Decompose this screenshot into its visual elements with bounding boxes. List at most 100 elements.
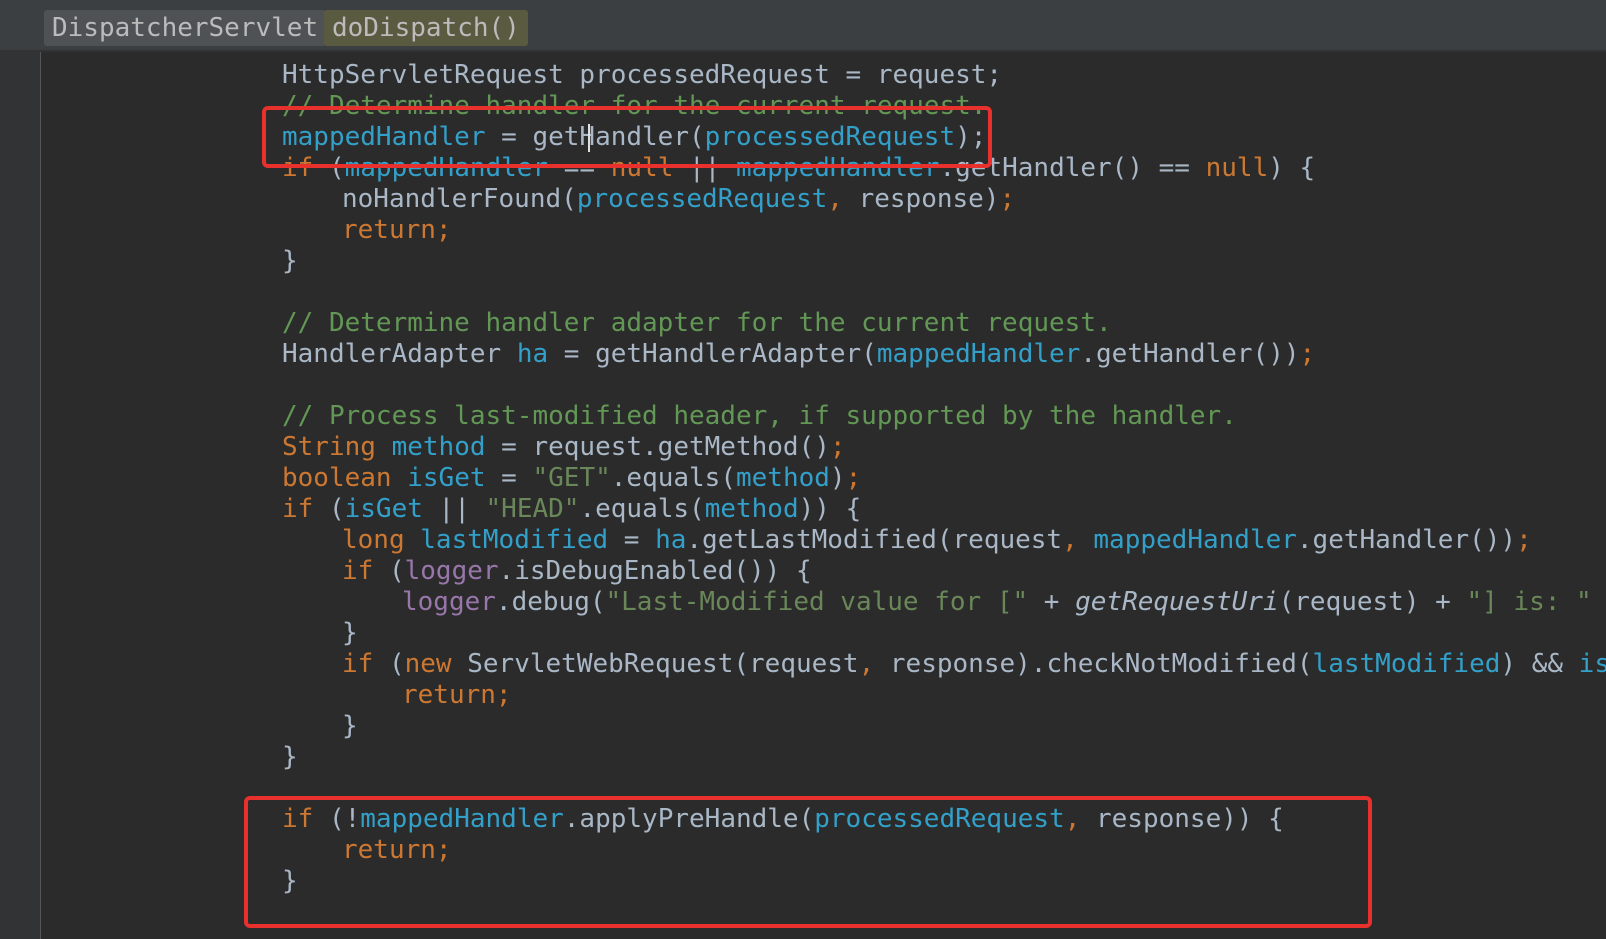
code-token: = [608, 525, 656, 555]
code-token: lastModified [1312, 649, 1501, 679]
code-line: if (isGet || "HEAD".equals(method)) { [282, 493, 861, 525]
code-line: String method = request.getMethod(); [282, 431, 846, 463]
code-token: } [342, 618, 358, 648]
code-token: || [422, 494, 486, 524]
code-token: ; [1299, 339, 1316, 369]
code-token: HandlerAdapter [282, 339, 517, 369]
code-line: // Process last-modified header, if supp… [282, 400, 1237, 432]
code-token: if [342, 556, 374, 586]
breadcrumb: DispatcherServlet doDispatch() [0, 0, 1606, 52]
breadcrumb-method[interactable]: doDispatch() [324, 10, 528, 46]
code-token: return; [342, 215, 452, 245]
code-token: if [342, 649, 374, 679]
code-token: ) && [1500, 649, 1579, 679]
code-token: method [736, 463, 830, 493]
code-line: } [342, 617, 358, 649]
code-editor[interactable]: HttpServletRequest processedRequest = re… [0, 0, 1606, 939]
code-line: // Determine handler for the current req… [282, 90, 986, 122]
code-token: mappedHandler [876, 339, 1081, 369]
code-token: , [1062, 525, 1094, 555]
code-token: if [282, 494, 314, 524]
code-token: response)) { [1096, 804, 1284, 834]
breadcrumb-class[interactable]: DispatcherServlet [44, 10, 327, 46]
code-token: isGet [407, 463, 486, 493]
code-token: isGet [1578, 649, 1606, 679]
code-token: "] is: " [1466, 587, 1592, 617]
code-line: if (new ServletWebRequest(request, respo… [342, 648, 1606, 680]
code-token: = getHandler( [485, 122, 705, 152]
code-token: logger [402, 587, 496, 617]
code-token: = [485, 463, 533, 493]
code-token: ; [829, 432, 846, 462]
code-token: .equals( [610, 463, 736, 493]
code-token: = getHandlerAdapter( [548, 339, 877, 369]
code-area[interactable]: HttpServletRequest processedRequest = re… [0, 0, 1606, 939]
code-token: } [282, 246, 298, 276]
code-token: if [282, 153, 314, 183]
code-token: mappedHandler [360, 804, 564, 834]
code-line: if (!mappedHandler.applyPreHandle(proces… [282, 803, 1284, 835]
code-line: } [282, 741, 298, 773]
code-token: ha [655, 525, 687, 555]
code-token: , [858, 649, 890, 679]
code-token: method [391, 432, 486, 462]
code-token: response) [858, 184, 1000, 214]
code-token: .getLastModified(request [686, 525, 1063, 555]
code-token: mappedHandler [1093, 525, 1297, 555]
code-line: long lastModified = ha.getLastModified(r… [342, 524, 1532, 556]
code-token: // Determine handler adapter for the cur… [282, 308, 1112, 338]
code-line: } [282, 865, 298, 897]
code-line: if (logger.isDebugEnabled()) { [342, 555, 812, 587]
code-line: if (mappedHandler == null || mappedHandl… [282, 152, 1315, 184]
code-token: ; [999, 184, 1016, 214]
code-token: ) [829, 463, 846, 493]
code-token: logger [404, 556, 499, 586]
code-line-partial: HttpServletRequest processedRequest = re… [282, 60, 1003, 90]
code-token: } [282, 742, 298, 772]
code-token: .applyPreHandle( [563, 804, 815, 834]
code-token: || [673, 153, 736, 183]
code-token: (request) + [1278, 587, 1467, 617]
code-line: } [282, 245, 298, 277]
code-token: ( [373, 649, 405, 679]
code-token: , [827, 184, 859, 214]
code-token: String [282, 432, 392, 462]
code-token: return; [402, 680, 512, 710]
text-caret [588, 124, 590, 152]
code-token: + [1028, 587, 1076, 617]
code-line: boolean isGet = "GET".equals(method); [282, 462, 861, 494]
code-token: mappedHandler [344, 153, 549, 183]
code-line: return; [342, 834, 452, 866]
code-token: = request.getMethod() [485, 432, 830, 462]
code-line: logger.debug("Last-Modified value for ["… [402, 586, 1606, 618]
code-token: ); [955, 122, 987, 152]
code-token: ha [516, 339, 549, 369]
code-token: ; [845, 463, 862, 493]
code-line: noHandlerFound(processedRequest, respons… [342, 183, 1015, 215]
code-line: } [342, 710, 358, 742]
code-token: .isDebugEnabled()) { [498, 556, 812, 586]
code-token: processedRequest [704, 122, 956, 152]
code-token: processedRequest [576, 184, 828, 214]
code-token: (! [313, 804, 361, 834]
code-line: HandlerAdapter ha = getHandlerAdapter(ma… [282, 338, 1315, 370]
code-token: isGet [344, 494, 423, 524]
code-token: // Process last-modified header, if supp… [282, 401, 1237, 431]
code-token: mappedHandler [282, 122, 486, 152]
code-line: return; [402, 679, 512, 711]
code-token: "GET" [532, 463, 611, 493]
code-token: } [282, 866, 298, 896]
code-token: } [342, 711, 358, 741]
code-token: )) { [798, 494, 862, 524]
code-token: .getHandler()) [1296, 525, 1517, 555]
code-token: new [404, 649, 468, 679]
code-line: return; [342, 214, 452, 246]
code-line: mappedHandler = getHandler(processedRequ… [282, 121, 986, 153]
code-token: ( [313, 494, 345, 524]
code-token: response).checkNotModified( [889, 649, 1313, 679]
code-token: ServletWebRequest(request [467, 649, 859, 679]
code-token: "HEAD" [485, 494, 580, 524]
code-token: ( [313, 153, 345, 183]
code-token: lastModified [420, 525, 609, 555]
code-token: null [610, 153, 674, 183]
